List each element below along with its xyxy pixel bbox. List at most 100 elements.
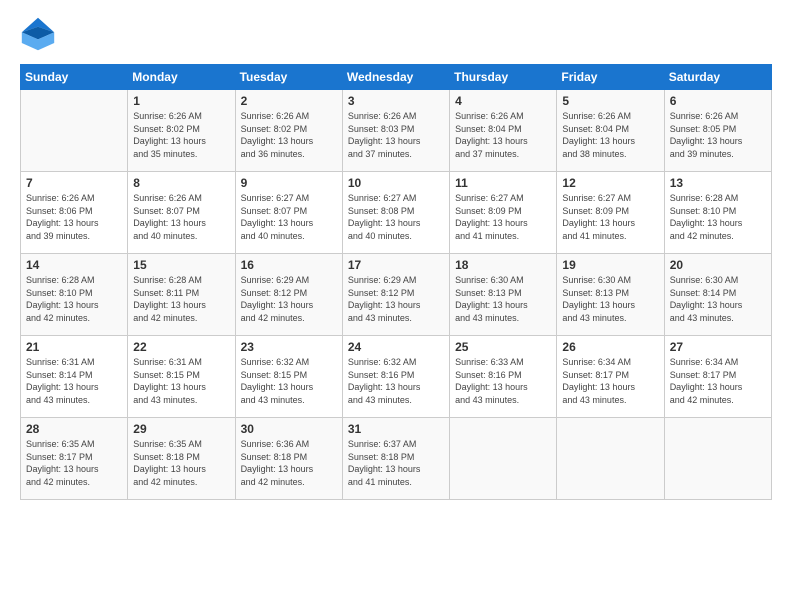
day-number: 24	[348, 340, 444, 354]
day-number: 23	[241, 340, 337, 354]
day-number: 1	[133, 94, 229, 108]
day-number: 16	[241, 258, 337, 272]
calendar-cell: 19 Sunrise: 6:30 AM Sunset: 8:13 PM Dayli…	[557, 254, 664, 336]
calendar-cell	[664, 418, 771, 500]
day-number: 14	[26, 258, 122, 272]
weekday-header: Friday	[557, 65, 664, 90]
calendar-cell: 15Sunrise: 6:28 AM Sunset: 8:11 PM Dayli…	[128, 254, 235, 336]
day-number: 13	[670, 176, 766, 190]
cell-info: Sunrise: 6:26 AM Sunset: 8:03 PM Dayligh…	[348, 110, 444, 160]
day-number: 19	[562, 258, 658, 272]
day-number: 8	[133, 176, 229, 190]
day-number: 2	[241, 94, 337, 108]
cell-info: Sunrise: 6:31 AM Sunset: 8:15 PM Dayligh…	[133, 356, 229, 406]
day-number: 17	[348, 258, 444, 272]
logo	[20, 16, 58, 52]
calendar-cell	[21, 90, 128, 172]
calendar-cell: 20Sunrise: 6:30 AM Sunset: 8:14 PM Dayli…	[664, 254, 771, 336]
cell-info: Sunrise: 6:35 AM Sunset: 8:17 PM Dayligh…	[26, 438, 122, 488]
calendar-cell: 30 Sunrise: 6:36 AM Sunset: 8:18 PM Dayli…	[235, 418, 342, 500]
day-number: 27	[670, 340, 766, 354]
cell-info: Sunrise: 6:26 AM Sunset: 8:05 PM Dayligh…	[670, 110, 766, 160]
cell-info: Sunrise: 6:28 AM Sunset: 8:11 PM Dayligh…	[133, 274, 229, 324]
logo-icon	[20, 16, 56, 52]
day-number: 9	[241, 176, 337, 190]
day-number: 6	[670, 94, 766, 108]
calendar-cell: 16 Sunrise: 6:29 AM Sunset: 8:12 PM Dayli…	[235, 254, 342, 336]
cell-info: Sunrise: 6:34 AM Sunset: 8:17 PM Dayligh…	[562, 356, 658, 406]
day-number: 7	[26, 176, 122, 190]
cell-info: Sunrise: 6:27 AM Sunset: 8:07 PM Dayligh…	[241, 192, 337, 242]
calendar-cell: 10Sunrise: 6:27 AM Sunset: 8:08 PM Dayli…	[342, 172, 449, 254]
day-number: 4	[455, 94, 551, 108]
calendar-cell: 22Sunrise: 6:31 AM Sunset: 8:15 PM Dayli…	[128, 336, 235, 418]
cell-info: Sunrise: 6:36 AM Sunset: 8:18 PM Dayligh…	[241, 438, 337, 488]
calendar-cell: 11Sunrise: 6:27 AM Sunset: 8:09 PM Dayli…	[450, 172, 557, 254]
calendar-cell	[557, 418, 664, 500]
cell-info: Sunrise: 6:34 AM Sunset: 8:17 PM Dayligh…	[670, 356, 766, 406]
day-number: 28	[26, 422, 122, 436]
cell-info: Sunrise: 6:26 AM Sunset: 8:06 PM Dayligh…	[26, 192, 122, 242]
day-number: 5	[562, 94, 658, 108]
cell-info: Sunrise: 6:27 AM Sunset: 8:09 PM Dayligh…	[455, 192, 551, 242]
calendar-cell: 25 Sunrise: 6:33 AM Sunset: 8:16 PM Dayli…	[450, 336, 557, 418]
cell-info: Sunrise: 6:30 AM Sunset: 8:13 PM Dayligh…	[562, 274, 658, 324]
cell-info: Sunrise: 6:26 AM Sunset: 8:02 PM Dayligh…	[133, 110, 229, 160]
header-row: SundayMondayTuesdayWednesdayThursdayFrid…	[21, 65, 772, 90]
weekday-header: Tuesday	[235, 65, 342, 90]
day-number: 18	[455, 258, 551, 272]
calendar-cell: 13 Sunrise: 6:28 AM Sunset: 8:10 PM Dayli…	[664, 172, 771, 254]
cell-info: Sunrise: 6:32 AM Sunset: 8:15 PM Dayligh…	[241, 356, 337, 406]
calendar-cell: 27 Sunrise: 6:34 AM Sunset: 8:17 PM Dayli…	[664, 336, 771, 418]
day-number: 26	[562, 340, 658, 354]
cell-info: Sunrise: 6:37 AM Sunset: 8:18 PM Dayligh…	[348, 438, 444, 488]
day-number: 29	[133, 422, 229, 436]
weekday-header: Thursday	[450, 65, 557, 90]
cell-info: Sunrise: 6:26 AM Sunset: 8:04 PM Dayligh…	[562, 110, 658, 160]
calendar-cell: 3 Sunrise: 6:26 AM Sunset: 8:03 PM Daylig…	[342, 90, 449, 172]
calendar-cell: 7 Sunrise: 6:26 AM Sunset: 8:06 PM Daylig…	[21, 172, 128, 254]
day-number: 21	[26, 340, 122, 354]
cell-info: Sunrise: 6:26 AM Sunset: 8:07 PM Dayligh…	[133, 192, 229, 242]
calendar-cell: 26 Sunrise: 6:34 AM Sunset: 8:17 PM Dayli…	[557, 336, 664, 418]
day-number: 3	[348, 94, 444, 108]
calendar-cell: 1 Sunrise: 6:26 AM Sunset: 8:02 PM Daylig…	[128, 90, 235, 172]
calendar-week-row: 28 Sunrise: 6:35 AM Sunset: 8:17 PM Dayli…	[21, 418, 772, 500]
calendar-cell: 18 Sunrise: 6:30 AM Sunset: 8:13 PM Dayli…	[450, 254, 557, 336]
weekday-header: Wednesday	[342, 65, 449, 90]
cell-info: Sunrise: 6:30 AM Sunset: 8:13 PM Dayligh…	[455, 274, 551, 324]
weekday-header: Saturday	[664, 65, 771, 90]
cell-info: Sunrise: 6:26 AM Sunset: 8:02 PM Dayligh…	[241, 110, 337, 160]
weekday-header: Sunday	[21, 65, 128, 90]
cell-info: Sunrise: 6:26 AM Sunset: 8:04 PM Dayligh…	[455, 110, 551, 160]
cell-info: Sunrise: 6:31 AM Sunset: 8:14 PM Dayligh…	[26, 356, 122, 406]
cell-info: Sunrise: 6:29 AM Sunset: 8:12 PM Dayligh…	[241, 274, 337, 324]
cell-info: Sunrise: 6:30 AM Sunset: 8:14 PM Dayligh…	[670, 274, 766, 324]
day-number: 25	[455, 340, 551, 354]
cell-info: Sunrise: 6:32 AM Sunset: 8:16 PM Dayligh…	[348, 356, 444, 406]
page-container: SundayMondayTuesdayWednesdayThursdayFrid…	[0, 0, 792, 510]
cell-info: Sunrise: 6:28 AM Sunset: 8:10 PM Dayligh…	[670, 192, 766, 242]
calendar-cell: 24 Sunrise: 6:32 AM Sunset: 8:16 PM Dayli…	[342, 336, 449, 418]
calendar-cell: 28 Sunrise: 6:35 AM Sunset: 8:17 PM Dayli…	[21, 418, 128, 500]
day-number: 12	[562, 176, 658, 190]
calendar-cell: 17Sunrise: 6:29 AM Sunset: 8:12 PM Dayli…	[342, 254, 449, 336]
calendar-cell: 12Sunrise: 6:27 AM Sunset: 8:09 PM Dayli…	[557, 172, 664, 254]
calendar-cell: 2 Sunrise: 6:26 AM Sunset: 8:02 PM Daylig…	[235, 90, 342, 172]
cell-info: Sunrise: 6:33 AM Sunset: 8:16 PM Dayligh…	[455, 356, 551, 406]
calendar-cell: 4 Sunrise: 6:26 AM Sunset: 8:04 PM Daylig…	[450, 90, 557, 172]
page-header	[20, 16, 772, 52]
day-number: 30	[241, 422, 337, 436]
calendar-week-row: 14 Sunrise: 6:28 AM Sunset: 8:10 PM Dayli…	[21, 254, 772, 336]
calendar-cell: 14 Sunrise: 6:28 AM Sunset: 8:10 PM Dayli…	[21, 254, 128, 336]
calendar-table: SundayMondayTuesdayWednesdayThursdayFrid…	[20, 64, 772, 500]
calendar-cell: 6 Sunrise: 6:26 AM Sunset: 8:05 PM Daylig…	[664, 90, 771, 172]
weekday-header: Monday	[128, 65, 235, 90]
calendar-cell: 5 Sunrise: 6:26 AM Sunset: 8:04 PM Daylig…	[557, 90, 664, 172]
calendar-cell: 23 Sunrise: 6:32 AM Sunset: 8:15 PM Dayli…	[235, 336, 342, 418]
day-number: 10	[348, 176, 444, 190]
calendar-cell: 31Sunrise: 6:37 AM Sunset: 8:18 PM Dayli…	[342, 418, 449, 500]
calendar-cell: 29Sunrise: 6:35 AM Sunset: 8:18 PM Dayli…	[128, 418, 235, 500]
calendar-cell	[450, 418, 557, 500]
cell-info: Sunrise: 6:28 AM Sunset: 8:10 PM Dayligh…	[26, 274, 122, 324]
